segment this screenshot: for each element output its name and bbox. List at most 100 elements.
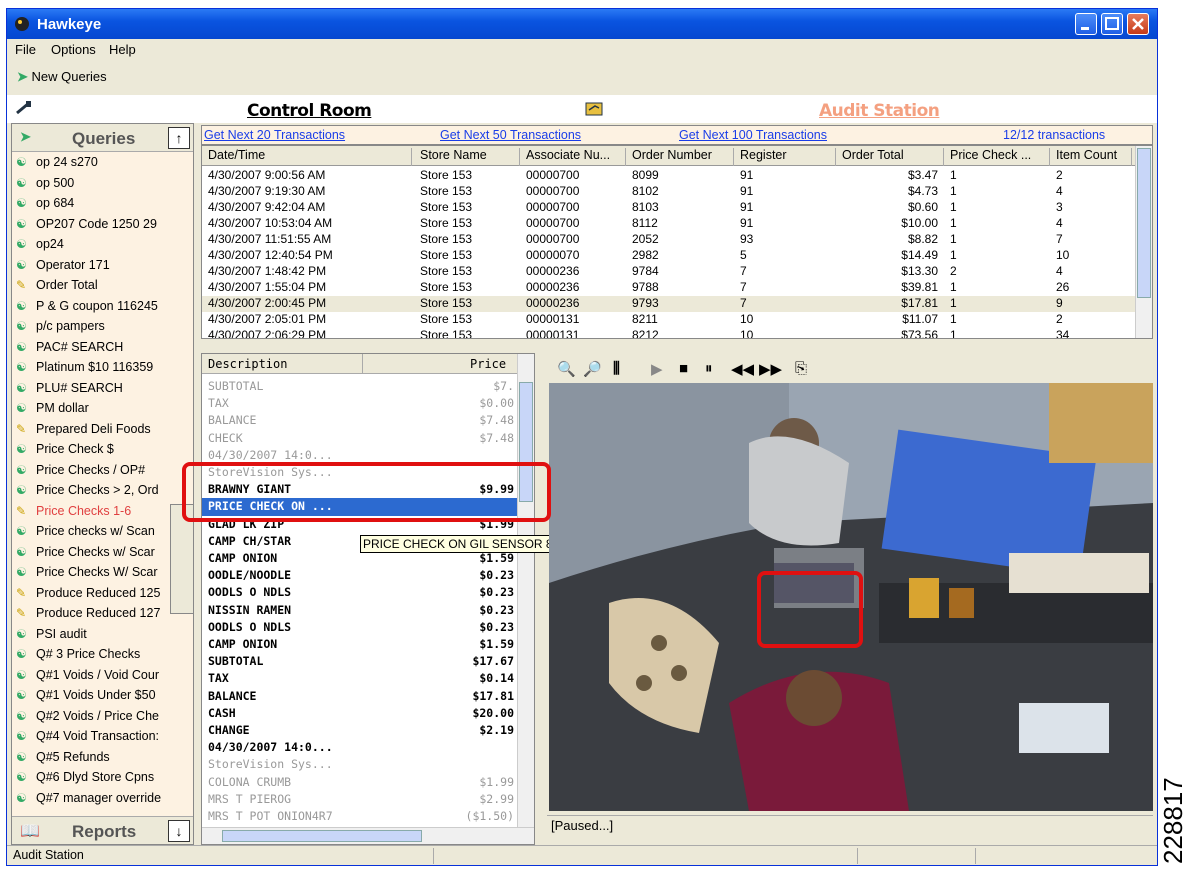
query-item[interactable]: ☯ Q#4 Void Transaction: [12,726,168,747]
receipt-line[interactable]: BALANCE $17.81 [202,688,518,705]
receipt-line[interactable]: OODLS O NDLS $0.23 [202,619,518,636]
query-item[interactable]: ☯ op24 [12,234,168,255]
receipt-line[interactable]: CAMP ONION $1.59 [202,636,518,653]
get-next-20-link[interactable]: Get Next 20 Transactions [204,128,345,142]
query-item[interactable]: ☯ PM dollar [12,398,168,419]
rewind-icon[interactable]: ◀◀ [731,360,754,378]
table-row[interactable]: 4/30/2007 2:00:45 PM Store 153 00000236 979… [202,296,1138,312]
receipt-hscrollbar[interactable] [202,827,534,844]
query-item[interactable]: ☯ Q# 3 Price Checks [12,644,168,665]
transactions-scrollbar[interactable] [1135,146,1152,338]
table-row[interactable]: 4/30/2007 9:00:56 AM Store 153 00000700 809… [202,168,1138,184]
query-item[interactable]: ☯ Q#7 manager override [12,788,168,809]
query-item[interactable]: ☯ PSI audit [12,624,168,645]
table-row[interactable]: 4/30/2007 9:19:30 AM Store 153 00000700 810… [202,184,1138,200]
query-item[interactable]: ☯ OP207 Code 1250 29 [12,214,168,235]
receipt-line[interactable]: 04/30/2007 14:0... [202,739,518,756]
stop-icon[interactable]: ■ [679,360,688,377]
zoom-in-icon[interactable]: 🔍 [557,360,576,378]
column-header[interactable]: Store Name [414,148,520,166]
table-row[interactable]: 4/30/2007 1:55:04 PM Store 153 00000236 978… [202,280,1138,296]
query-item[interactable]: ☯ Price Checks w/ Scar [12,542,168,563]
receipt-line[interactable]: BALANCE $7.48 [202,412,518,429]
receipt-hscroll-thumb[interactable] [222,830,422,842]
receipt-line[interactable]: OODLS O NDLS $0.23 [202,584,518,601]
copy-icon[interactable]: ⎘ [795,360,807,377]
table-row[interactable]: 4/30/2007 11:51:55 AM Store 153 00000700 20… [202,232,1138,248]
query-item[interactable]: ☯ Price Checks > 2, Ord [12,480,168,501]
query-item[interactable]: ✎ Produce Reduced 125 [12,583,168,604]
column-header[interactable]: Order Total [836,148,944,166]
receipt-col-description[interactable]: Description [208,357,287,371]
receipt-line[interactable]: CHECK $7.48 [202,430,518,447]
query-item[interactable]: ✎ Produce Reduced 127 [12,603,168,624]
query-item[interactable]: ✎ Prepared Deli Foods [12,419,168,440]
query-item[interactable]: ☯ Q#1 Voids Under $50 [12,685,168,706]
close-button[interactable] [1127,13,1149,35]
receipt-line[interactable]: TAX $0.00 [202,395,518,412]
menu-options[interactable]: Options [51,42,96,57]
maximize-button[interactable] [1101,13,1123,35]
query-item[interactable]: ☯ op 500 [12,173,168,194]
table-row[interactable]: 4/30/2007 12:40:54 PM Store 153 00000070 29… [202,248,1138,264]
query-item[interactable]: ☯ Q#6 Dlyd Store Cpns [12,767,168,788]
receipt-line[interactable]: COLONA CRUMB $1.99 [202,774,518,791]
query-item[interactable]: ✎ Price Checks 1-6 [12,501,168,522]
query-item[interactable]: ✎ Order Total [12,275,168,296]
column-header[interactable]: Order Number [626,148,734,166]
query-item[interactable]: ☯ Q#2 Voids / Price Che [12,706,168,727]
query-item[interactable]: ☯ Platinum $10 116359 [12,357,168,378]
scroll-down-arrow-icon[interactable]: ↓ [168,820,190,842]
query-item[interactable]: ☯ Q#1 Voids / Void Cour [12,665,168,686]
receipt-line[interactable]: SUBTOTAL $17.67 [202,653,518,670]
receipt-line[interactable]: NISSIN RAMEN $0.23 [202,602,518,619]
query-item[interactable]: ☯ Price Checks / OP# [12,460,168,481]
receipt-line[interactable]: CASH $20.00 [202,705,518,722]
receipt-line[interactable]: StoreVision Sys... [202,756,518,773]
query-item[interactable]: ☯ Price Checks W/ Scar [12,562,168,583]
table-row[interactable]: 4/30/2007 10:53:04 AM Store 153 00000700 81… [202,216,1138,232]
fast-forward-icon[interactable]: ▶▶ [759,360,782,378]
query-item[interactable]: ☯ Price checks w/ Scan [12,521,168,542]
new-queries-button[interactable]: ➤ New Queries [17,69,107,85]
get-next-50-link[interactable]: Get Next 50 Transactions [440,128,581,142]
column-header[interactable]: Price Check ... [944,148,1050,166]
receipt-col-price[interactable]: Price [470,357,506,371]
table-row[interactable]: 4/30/2007 2:05:01 PM Store 153 00000131 821… [202,312,1138,328]
scroll-up-arrow-icon[interactable]: ↑ [168,127,190,149]
play-icon[interactable]: ▶ [651,360,663,378]
column-header[interactable]: Item Count [1050,148,1132,166]
equalizer-icon[interactable]: ⫼ [613,360,620,377]
receipt-line[interactable]: OODLE/NOODLE $0.23 [202,567,518,584]
query-item[interactable]: ☯ P & G coupon 116245 [12,296,168,317]
receipt-line[interactable]: CHANGE $2.19 [202,722,518,739]
column-header[interactable]: Register [734,148,836,166]
receipt-line[interactable]: MRS T POT ONION4R7 ($1.50) [202,808,518,825]
table-row[interactable]: 4/30/2007 2:06:29 PM Store 153 00000131 821… [202,328,1138,338]
minimize-button[interactable] [1075,13,1097,35]
query-item[interactable]: ☯ op 684 [12,193,168,214]
control-room-tab[interactable]: Control Room [247,101,372,121]
receipt-line[interactable]: TAX $0.14 [202,670,518,687]
menu-file[interactable]: File [15,42,36,57]
query-item[interactable]: ☯ op 24 s270 [12,152,168,173]
reports-header[interactable]: 📖 Reports ↓ [12,816,193,844]
query-item[interactable]: ☯ PAC# SEARCH [12,337,168,358]
zoom-out-icon[interactable]: 🔎 [583,360,602,378]
query-item[interactable]: ☯ PLU# SEARCH [12,378,168,399]
query-item[interactable]: ☯ p/c pampers [12,316,168,337]
scroll-thumb[interactable] [1137,148,1151,298]
table-row[interactable]: 4/30/2007 9:42:04 AM Store 153 00000700 810… [202,200,1138,216]
folder-icon[interactable] [585,100,603,116]
audit-station-tab[interactable]: Audit Station [819,101,940,121]
receipt-line[interactable]: MRS T PIEROG $2.99 [202,791,518,808]
get-next-100-link[interactable]: Get Next 100 Transactions [679,128,827,142]
column-header[interactable]: Associate Nu... [520,148,626,166]
column-header[interactable]: Date/Time [202,148,412,166]
menu-help[interactable]: Help [109,42,136,57]
receipt-scrollbar[interactable] [517,354,534,829]
receipt-line[interactable]: SUBTOTAL $7. [202,378,518,395]
table-row[interactable]: 4/30/2007 1:48:42 PM Store 153 00000236 978… [202,264,1138,280]
query-item[interactable]: ☯ Q#5 Refunds [12,747,168,768]
query-item[interactable]: ☯ Price Check $ [12,439,168,460]
